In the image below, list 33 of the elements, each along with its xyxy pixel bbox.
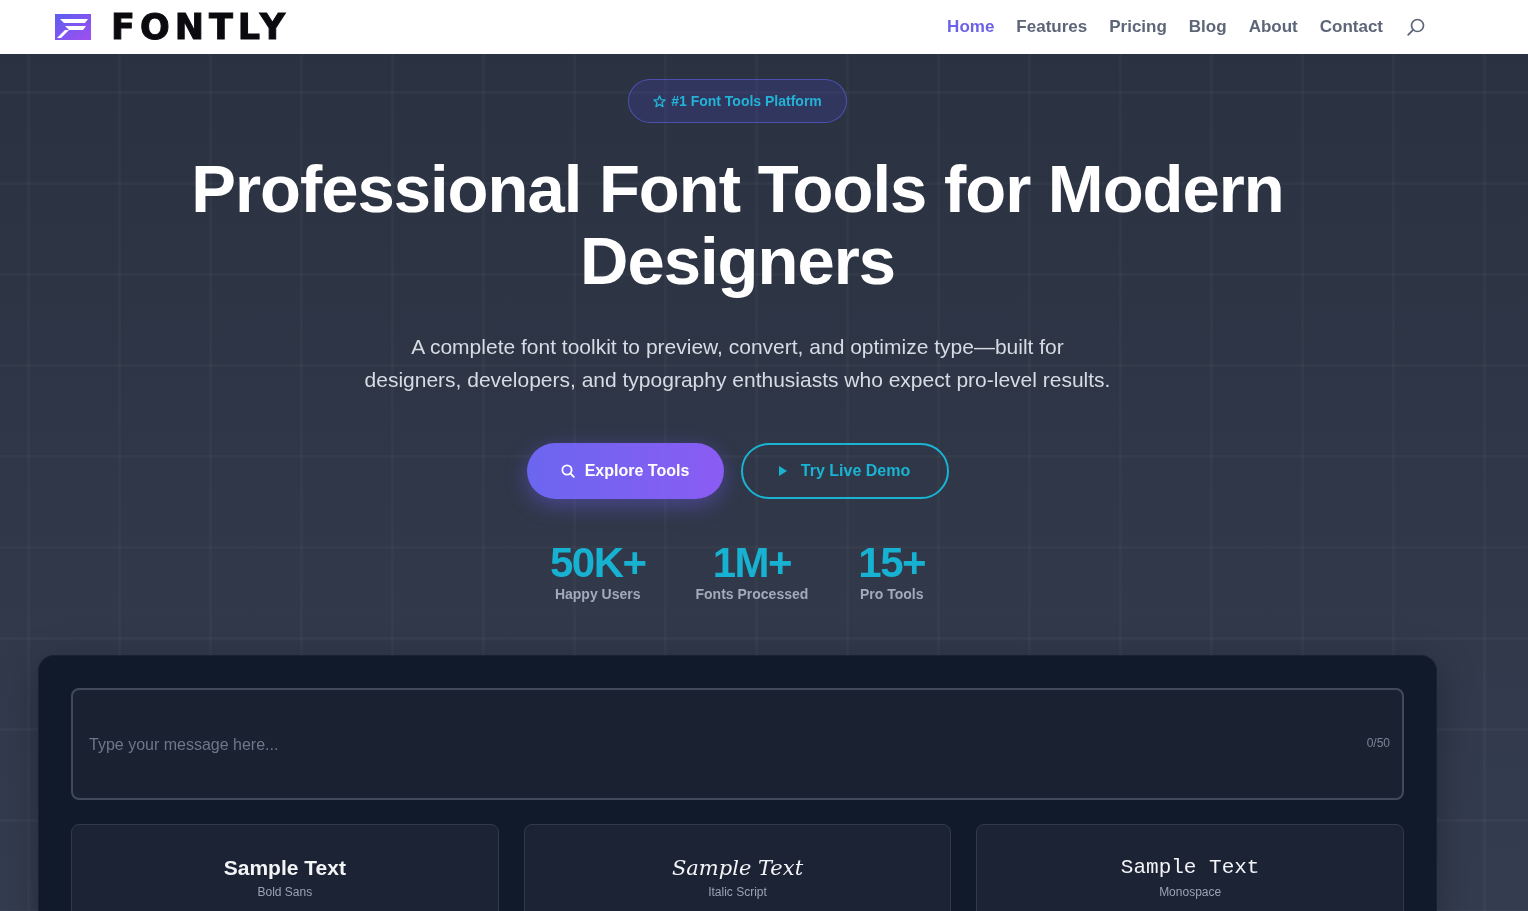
sample-card[interactable]: Sample Text Italic Script: [523, 824, 952, 911]
sample-card[interactable]: Sample Text Monospace: [976, 824, 1404, 911]
logo-icon: [55, 14, 91, 40]
style-label: Bold Sans: [257, 885, 313, 899]
stat-value: 15+: [858, 541, 926, 585]
nav-link[interactable]: About: [1248, 16, 1298, 38]
search-icon: [560, 464, 575, 478]
explore-button[interactable]: Explore Tools: [526, 443, 724, 499]
sample-text: Sample Text: [671, 855, 804, 881]
style-label: Italic Script: [708, 885, 767, 899]
sample-text: Sample Text: [223, 855, 346, 881]
nav-link[interactable]: Pricing: [1109, 16, 1167, 38]
nav-link[interactable]: Blog: [1188, 16, 1227, 38]
stat-value: 50K+: [549, 541, 646, 585]
badge-text: #1 Font Tools Platform: [671, 93, 822, 109]
stat-label: Happy Users: [554, 585, 641, 603]
hero-subtitle: A complete font toolkit to preview, convert, and optimize type—built for designers, developers, and typography enthusiasts who expect pro-level results.: [363, 334, 1112, 393]
style-label: Monospace: [1159, 885, 1222, 899]
stat-label: Pro Tools: [859, 585, 924, 603]
play-icon: [778, 466, 787, 476]
nav-link[interactable]: Features: [1016, 16, 1088, 38]
character-counter: 0/50: [1366, 736, 1390, 750]
sample-text: Sample Text: [1120, 855, 1260, 881]
nav-link[interactable]: Home: [947, 16, 995, 38]
demo-button[interactable]: Try Live Demo: [740, 443, 949, 499]
stat-value: 1M+: [712, 541, 792, 585]
search-icon[interactable]: [1407, 18, 1425, 36]
logo-wordmark[interactable]: FONTLY: [111, 9, 291, 45]
nav-link[interactable]: Contact: [1319, 16, 1383, 38]
hero-title: Professional Font Tools for Modern Designers: [190, 153, 1285, 297]
stat-label: Fonts Processed: [695, 585, 809, 603]
star-icon: [653, 94, 667, 108]
sample-card[interactable]: Sample Text Bold Sans: [71, 824, 499, 911]
